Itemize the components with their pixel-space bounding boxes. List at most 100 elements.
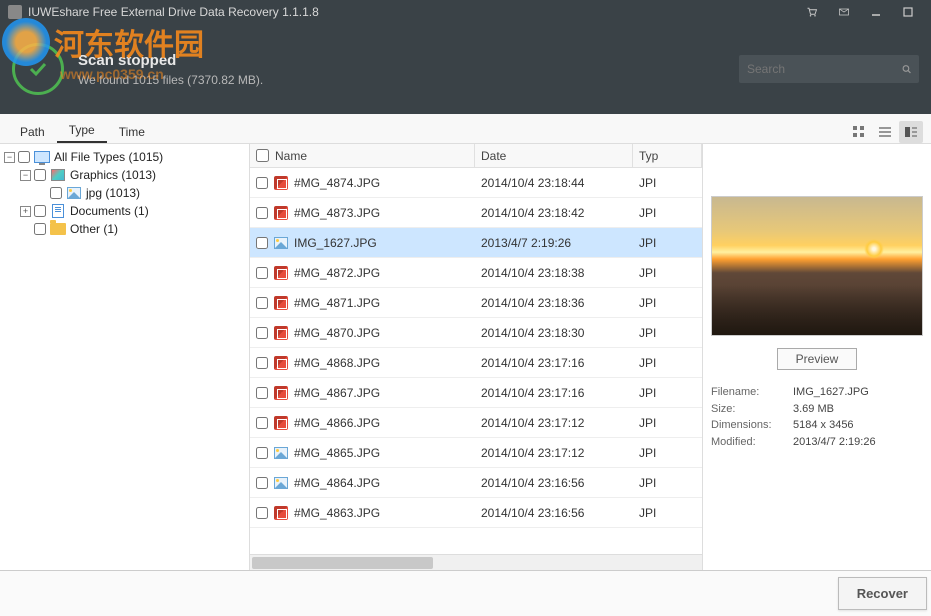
broken-image-icon [273, 295, 289, 311]
broken-image-icon [273, 505, 289, 521]
file-row[interactable]: #MG_4874.JPG2014/10/4 23:18:44JPI [250, 168, 702, 198]
file-row[interactable]: #MG_4872.JPG2014/10/4 23:18:38JPI [250, 258, 702, 288]
file-date: 2014/10/4 23:18:36 [475, 296, 633, 310]
tree-graphics[interactable]: − Graphics (1013) [4, 166, 245, 184]
file-name: #MG_4871.JPG [294, 296, 380, 310]
tree-label: Documents (1) [70, 204, 149, 218]
file-row[interactable]: IMG_1627.JPG 2013/4/7 2:19:26JPI [250, 228, 702, 258]
tree-checkbox[interactable] [34, 205, 46, 217]
file-checkbox[interactable] [256, 237, 268, 249]
broken-image-icon [273, 415, 289, 431]
file-checkbox[interactable] [256, 207, 268, 219]
column-type[interactable]: Typ [633, 144, 702, 167]
tree-checkbox[interactable] [34, 223, 46, 235]
file-checkbox[interactable] [256, 447, 268, 459]
file-type: JPI [633, 266, 702, 280]
expander-icon[interactable]: − [20, 170, 31, 181]
view-grid-button[interactable] [847, 121, 871, 143]
file-row[interactable]: #MG_4868.JPG2014/10/4 23:17:16JPI [250, 348, 702, 378]
minimize-button[interactable] [861, 2, 891, 22]
column-date[interactable]: Date [475, 144, 633, 167]
file-checkbox[interactable] [256, 267, 268, 279]
tree-label: Other (1) [70, 222, 118, 236]
expander-spacer [20, 224, 31, 235]
tree-checkbox[interactable] [34, 169, 46, 181]
tree-root[interactable]: − All File Types (1015) [4, 148, 245, 166]
scan-status-title: Scan stopped [78, 52, 263, 69]
meta-key: Filename: [711, 384, 793, 401]
meta-value: IMG_1627.JPG [793, 384, 869, 401]
file-checkbox[interactable] [256, 297, 268, 309]
meta-value: 5184 x 3456 [793, 417, 854, 434]
file-row[interactable]: #MG_4871.JPG2014/10/4 23:18:36JPI [250, 288, 702, 318]
file-checkbox[interactable] [256, 387, 268, 399]
header: Scan stopped We found 1015 files (7370.8… [0, 24, 931, 114]
mail-icon[interactable] [829, 2, 859, 22]
maximize-button[interactable] [893, 2, 923, 22]
file-date: 2014/10/4 23:18:30 [475, 326, 633, 340]
view-list-button[interactable] [873, 121, 897, 143]
file-type: JPI [633, 446, 702, 460]
main-area: − All File Types (1015) − Graphics (1013… [0, 144, 931, 570]
file-row[interactable]: #MG_4870.JPG2014/10/4 23:18:30JPI [250, 318, 702, 348]
scrollbar-thumb[interactable] [252, 557, 433, 569]
file-row[interactable]: #MG_4867.JPG2014/10/4 23:17:16JPI [250, 378, 702, 408]
bottom-bar: Recover [0, 570, 931, 616]
file-checkbox[interactable] [256, 417, 268, 429]
expander-icon[interactable]: + [20, 206, 31, 217]
file-checkbox[interactable] [256, 357, 268, 369]
column-name[interactable]: Name [250, 144, 475, 167]
search-input[interactable] [747, 62, 902, 76]
file-checkbox[interactable] [256, 477, 268, 489]
expander-icon[interactable]: − [4, 152, 15, 163]
select-all-checkbox[interactable] [256, 149, 269, 162]
file-list: Name Date Typ #MG_4874.JPG2014/10/4 23:1… [250, 144, 703, 570]
preview-metadata: Filename:IMG_1627.JPG Size:3.69 MB Dimen… [711, 384, 923, 450]
view-detail-button[interactable] [899, 121, 923, 143]
file-checkbox[interactable] [256, 507, 268, 519]
tree-jpg[interactable]: jpg (1013) [4, 184, 245, 202]
meta-key: Modified: [711, 434, 793, 451]
file-row[interactable]: #MG_4866.JPG2014/10/4 23:17:12JPI [250, 408, 702, 438]
tab-path[interactable]: Path [8, 119, 57, 143]
meta-key: Size: [711, 401, 793, 418]
tabs-bar: Path Type Time [0, 114, 931, 144]
file-name: #MG_4864.JPG [294, 476, 380, 490]
file-type: JPI [633, 356, 702, 370]
image-icon [273, 475, 289, 491]
broken-image-icon [273, 205, 289, 221]
tree-checkbox[interactable] [50, 187, 62, 199]
search-box[interactable] [739, 55, 919, 83]
cart-icon[interactable] [797, 2, 827, 22]
file-type: JPI [633, 236, 702, 250]
file-row[interactable]: #MG_4873.JPG2014/10/4 23:18:42JPI [250, 198, 702, 228]
file-row[interactable]: #MG_4865.JPG2014/10/4 23:17:12JPI [250, 438, 702, 468]
file-type: JPI [633, 506, 702, 520]
horizontal-scrollbar[interactable] [250, 554, 702, 570]
search-icon [902, 62, 911, 76]
file-row[interactable]: #MG_4863.JPG2014/10/4 23:16:56JPI [250, 498, 702, 528]
file-date: 2014/10/4 23:17:16 [475, 356, 633, 370]
file-checkbox[interactable] [256, 177, 268, 189]
picture-icon [50, 168, 66, 182]
file-date: 2013/4/7 2:19:26 [475, 236, 633, 250]
file-date: 2014/10/4 23:16:56 [475, 476, 633, 490]
recover-button[interactable]: Recover [838, 577, 927, 610]
file-checkbox[interactable] [256, 327, 268, 339]
tab-time[interactable]: Time [107, 119, 157, 143]
broken-image-icon [273, 355, 289, 371]
file-type-tree: − All File Types (1015) − Graphics (1013… [0, 144, 250, 570]
tree-documents[interactable]: + Documents (1) [4, 202, 245, 220]
tree-checkbox[interactable] [18, 151, 30, 163]
preview-button[interactable]: Preview [777, 348, 858, 370]
file-row[interactable]: #MG_4864.JPG2014/10/4 23:16:56JPI [250, 468, 702, 498]
folder-icon [50, 222, 66, 236]
file-date: 2014/10/4 23:18:44 [475, 176, 633, 190]
file-name: #MG_4866.JPG [294, 416, 380, 430]
file-name: IMG_1627.JPG [294, 236, 377, 250]
tree-other[interactable]: Other (1) [4, 220, 245, 238]
tab-type[interactable]: Type [57, 117, 107, 143]
status-check-icon [12, 43, 64, 95]
file-list-body[interactable]: #MG_4874.JPG2014/10/4 23:18:44JPI#MG_487… [250, 168, 702, 554]
broken-image-icon [273, 385, 289, 401]
